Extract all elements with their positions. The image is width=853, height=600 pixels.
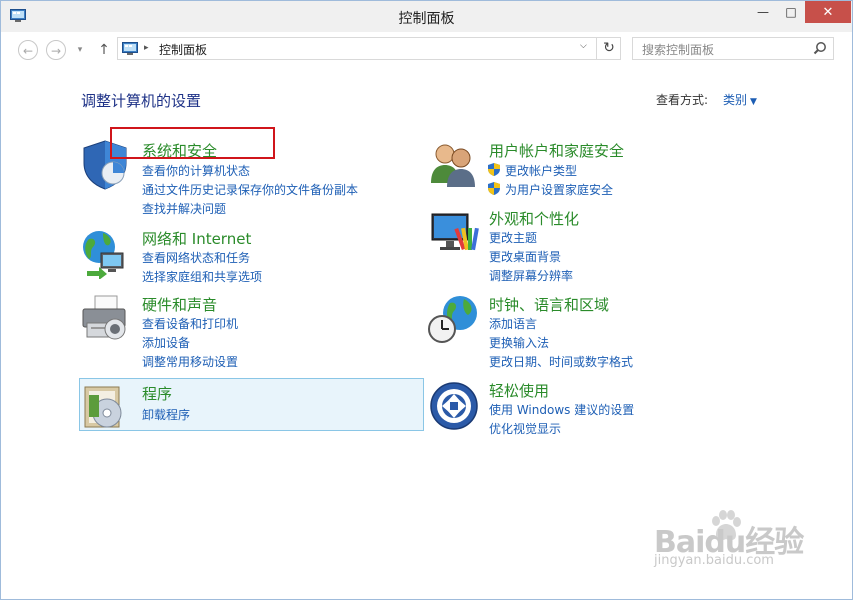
category-title-user-accounts[interactable]: 用户帐户和家庭安全 — [489, 140, 624, 161]
category-title-network-internet[interactable]: 网络和 Internet — [142, 228, 251, 249]
up-button[interactable]: ↑ — [97, 40, 111, 60]
forward-button[interactable]: → — [46, 40, 66, 60]
back-button[interactable]: ← — [18, 40, 38, 60]
link-homegroup-sharing[interactable]: 选择家庭组和共享选项 — [142, 268, 262, 285]
category-user-accounts: 用户帐户和家庭安全 更改帐户类型 为用户设置家庭安全 — [428, 139, 758, 199]
link-windows-recommended-settings[interactable]: 使用 Windows 建议的设置 — [489, 401, 634, 418]
minimize-button[interactable]: — — [749, 1, 777, 23]
uac-shield-icon — [488, 182, 500, 195]
link-view-computer-status[interactable]: 查看你的计算机状态 — [142, 162, 250, 179]
search-placeholder[interactable]: 搜索控制面板 — [642, 41, 714, 58]
title-bar: 控制面板 — □ ✕ — [1, 1, 852, 32]
close-button[interactable]: ✕ — [805, 1, 851, 23]
view-by-label: 查看方式: — [656, 93, 709, 107]
category-ease-of-access: 轻松使用 使用 Windows 建议的设置 优化视觉显示 — [428, 380, 758, 440]
link-screen-resolution[interactable]: 调整屏幕分辨率 — [489, 267, 573, 284]
view-by-dropdown[interactable]: 类别 ▼ — [723, 91, 757, 108]
network-globe-icon[interactable] — [79, 227, 131, 279]
link-change-theme[interactable]: 更改主题 — [489, 229, 537, 246]
category-title-programs[interactable]: 程序 — [142, 383, 172, 404]
address-history-dropdown[interactable]: ⌵ — [580, 41, 587, 51]
link-find-fix-problems[interactable]: 查找并解决问题 — [142, 200, 226, 217]
category-hardware-sound: 硬件和声音 查看设备和打印机 添加设备 调整常用移动设置 — [79, 293, 409, 373]
view-by-value[interactable]: 类别 — [723, 93, 747, 107]
ease-of-access-icon[interactable] — [428, 380, 480, 432]
users-icon[interactable] — [428, 139, 480, 191]
link-uninstall-program[interactable]: 卸载程序 — [142, 406, 190, 423]
link-devices-printers[interactable]: 查看设备和打印机 — [142, 315, 238, 332]
link-family-safety[interactable]: 为用户设置家庭安全 — [505, 181, 613, 198]
category-title-appearance[interactable]: 外观和个性化 — [489, 208, 579, 229]
baidu-jingyan-watermark: Baidu经验 jingyan.baidu.com — [654, 509, 834, 579]
refresh-button[interactable]: ↻ — [596, 38, 621, 59]
appearance-monitor-icon[interactable] — [428, 208, 480, 260]
printer-icon[interactable] — [79, 293, 131, 345]
window-title: 控制面板 — [398, 11, 455, 27]
link-optimize-visual-display[interactable]: 优化视觉显示 — [489, 420, 561, 437]
page-heading: 调整计算机的设置 — [81, 92, 202, 110]
uac-shield-icon — [488, 163, 500, 176]
breadcrumb-separator[interactable]: ▸ — [144, 40, 149, 57]
annotation-red-box — [110, 127, 275, 159]
search-icon[interactable] — [813, 41, 827, 55]
recent-locations-button[interactable]: ▾ — [73, 40, 87, 60]
category-network-internet: 网络和 Internet 查看网络状态和任务 选择家庭组和共享选项 — [79, 227, 409, 287]
category-title-hardware-sound[interactable]: 硬件和声音 — [142, 294, 217, 315]
programs-icon[interactable] — [79, 381, 131, 433]
control-panel-window: 控制面板 — □ ✕ ← → ▾ ↑ ▸ 控制面板 ⌵ ↻ 搜索控制面板 调整计… — [0, 0, 853, 600]
category-programs: 程序 卸载程序 — [79, 382, 409, 428]
link-add-language[interactable]: 添加语言 — [489, 315, 537, 332]
link-network-status-tasks[interactable]: 查看网络状态和任务 — [142, 249, 250, 266]
maximize-button[interactable]: □ — [777, 1, 805, 23]
link-date-time-format[interactable]: 更改日期、时间或数字格式 — [489, 353, 633, 370]
clock-globe-icon[interactable] — [428, 293, 480, 345]
link-file-history-backup[interactable]: 通过文件历史记录保存你的文件备份副本 — [142, 181, 358, 198]
category-appearance: 外观和个性化 更改主题 更改桌面背景 调整屏幕分辨率 — [428, 208, 758, 286]
category-title-clock-language-region[interactable]: 时钟、语言和区域 — [489, 294, 609, 315]
link-desktop-background[interactable]: 更改桌面背景 — [489, 248, 561, 265]
chevron-down-icon[interactable]: ▼ — [750, 97, 757, 107]
watermark-url: jingyan.baidu.com — [654, 553, 774, 568]
link-mobility-settings[interactable]: 调整常用移动设置 — [142, 353, 238, 370]
navigation-toolbar: ← → ▾ ↑ ▸ 控制面板 ⌵ ↻ 搜索控制面板 — [1, 32, 852, 66]
category-clock-language-region: 时钟、语言和区域 添加语言 更换输入法 更改日期、时间或数字格式 — [428, 293, 758, 373]
link-add-device[interactable]: 添加设备 — [142, 334, 190, 351]
control-panel-icon — [122, 42, 138, 55]
category-title-ease-of-access[interactable]: 轻松使用 — [489, 380, 549, 401]
search-box[interactable]: 搜索控制面板 — [632, 37, 834, 60]
link-change-account-type[interactable]: 更改帐户类型 — [505, 162, 577, 179]
breadcrumb-control-panel[interactable]: 控制面板 — [159, 41, 207, 58]
link-change-input-method[interactable]: 更换输入法 — [489, 334, 549, 351]
address-bar[interactable]: ▸ 控制面板 ⌵ ↻ — [117, 37, 621, 60]
